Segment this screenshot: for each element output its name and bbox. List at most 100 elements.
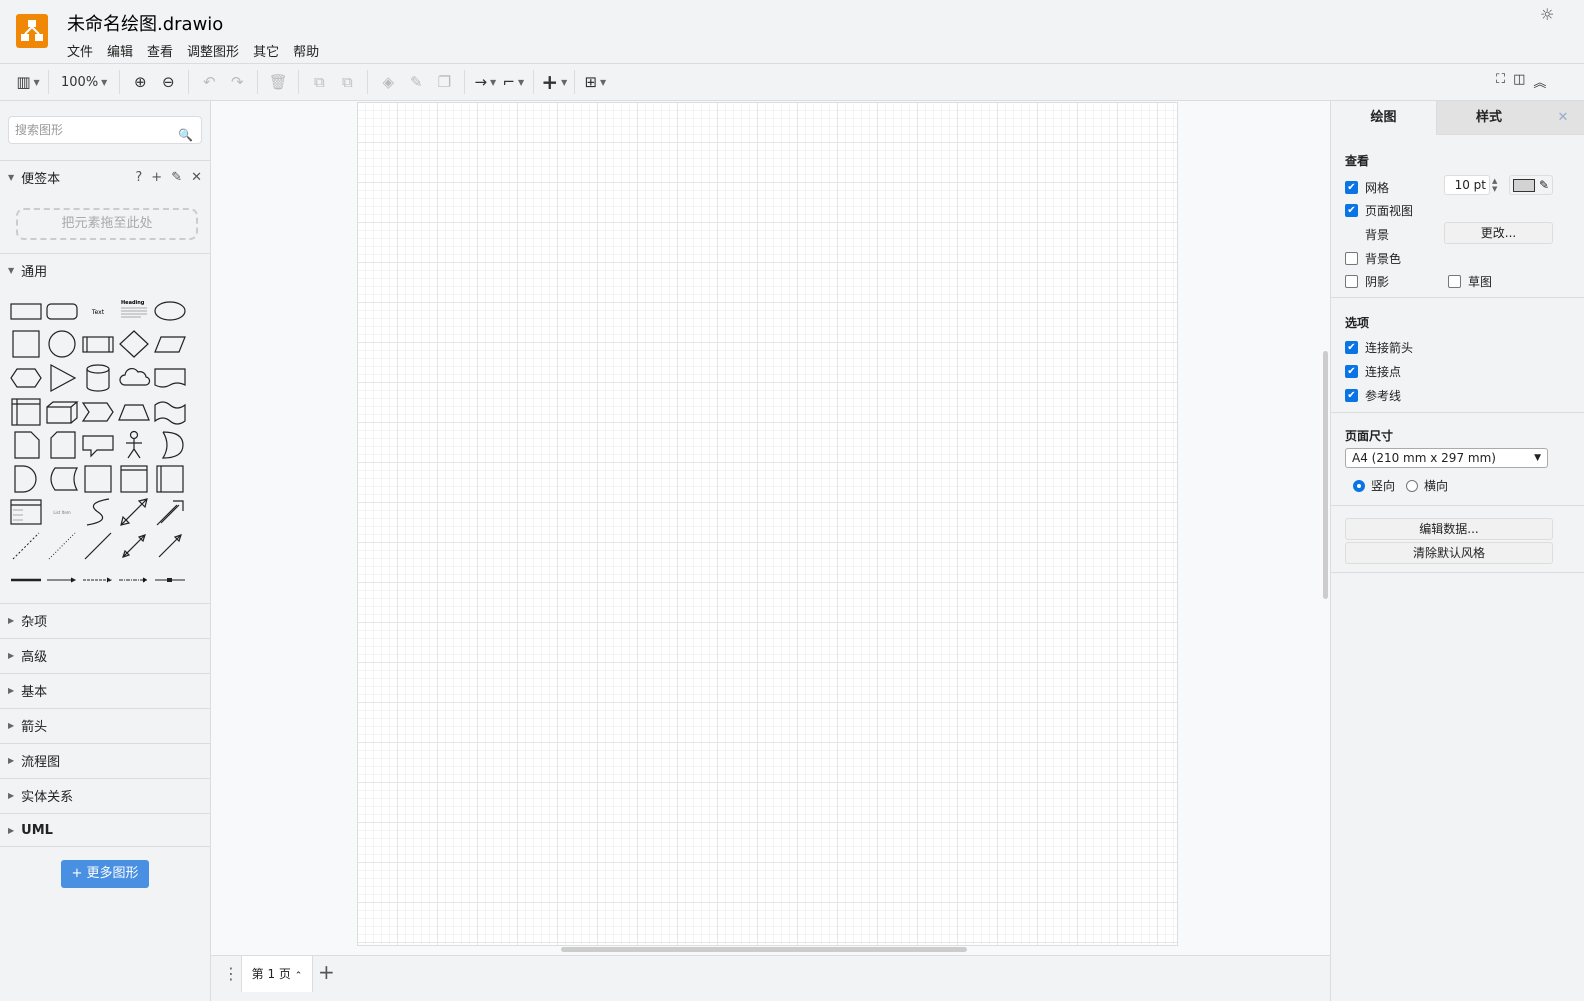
shape-bidirectional-arrow[interactable] [116, 496, 152, 530]
document-title[interactable]: 未命名绘图.drawio [67, 10, 223, 36]
to-front-icon[interactable]: ⧉ [305, 68, 333, 96]
section-general[interactable]: ▼ 通用 [0, 253, 210, 287]
shape-dash-dot-link[interactable] [116, 563, 152, 597]
shape-square[interactable] [8, 328, 44, 362]
section-er[interactable]: ▶ 实体关系 [0, 778, 210, 812]
shape-dashed-line[interactable] [8, 529, 44, 563]
close-icon[interactable]: ✕ [1541, 101, 1584, 135]
shape-link[interactable] [44, 563, 80, 597]
search-input[interactable]: 搜索图形 🔍 [8, 116, 202, 144]
shadow-checkbox[interactable]: 阴影 [1345, 273, 1389, 290]
menu-view[interactable]: 查看 [147, 41, 173, 60]
edit-data-button[interactable]: 编辑数据... [1345, 518, 1553, 540]
close-icon[interactable]: ✕ [191, 170, 202, 185]
page-view-checkbox[interactable]: ✔ 页面视图 [1345, 202, 1413, 219]
shape-arrow[interactable] [152, 496, 188, 530]
shape-delay[interactable] [8, 462, 44, 496]
shape-cube[interactable] [44, 395, 80, 429]
shape-internal-storage[interactable] [8, 395, 44, 429]
shape-diamond[interactable] [116, 328, 152, 362]
format-panel-icon[interactable]: ▥ ▼ [14, 68, 42, 96]
scratchpad-header[interactable]: ▼ 便签本 ? + ✎ ✕ [0, 160, 210, 194]
waypoints-icon[interactable]: ⌐ ▼ [499, 68, 527, 96]
shadow-icon[interactable]: ❐ [430, 68, 458, 96]
shape-step[interactable] [80, 395, 116, 429]
grid-size-input[interactable]: 10 pt ▲ ▼ [1444, 175, 1497, 195]
shape-rectangle[interactable] [8, 294, 44, 328]
guides-checkbox[interactable]: ✔ 参考线 [1345, 387, 1401, 404]
help-icon[interactable]: ? [135, 170, 142, 185]
connection-icon[interactable]: → ▼ [471, 68, 499, 96]
menu-edit[interactable]: 编辑 [107, 41, 133, 60]
grid-checkbox[interactable]: ✔ 网格 [1345, 179, 1389, 196]
to-back-icon[interactable]: ⧉ [333, 68, 361, 96]
clear-default-style-button[interactable]: 清除默认风格 [1345, 542, 1553, 564]
more-shapes-button[interactable]: + 更多图形 [61, 860, 149, 888]
shape-cloud[interactable] [116, 361, 152, 395]
section-flowchart[interactable]: ▶ 流程图 [0, 743, 210, 777]
zoom-out-icon[interactable]: ⊖ [154, 68, 182, 96]
delete-icon[interactable]: 🗑 [264, 68, 292, 96]
shape-container[interactable] [80, 462, 116, 496]
table-icon[interactable]: ⊞ ▼ [581, 68, 609, 96]
shape-actor[interactable] [116, 428, 152, 462]
add-page-icon[interactable]: + [318, 960, 335, 984]
connection-arrows-checkbox[interactable]: ✔ 连接箭头 [1345, 339, 1413, 356]
shape-parallelogram[interactable] [152, 328, 188, 362]
shape-tape[interactable] [152, 395, 188, 429]
sketch-checkbox[interactable]: 草图 [1448, 273, 1492, 290]
shape-ellipse[interactable] [152, 294, 188, 328]
fullscreen-icon[interactable]: ⛶ [1496, 72, 1505, 91]
shape-curve[interactable] [80, 496, 116, 530]
fill-color-icon[interactable]: ◈ [374, 68, 402, 96]
shape-document[interactable] [152, 361, 188, 395]
shape-bidirectional-connector[interactable] [116, 529, 152, 563]
shape-vertical-container[interactable] [152, 462, 188, 496]
menu-arrange[interactable]: 调整图形 [187, 41, 239, 60]
change-background-button[interactable]: 更改... [1444, 222, 1553, 244]
portrait-radio[interactable]: 竖向 [1353, 477, 1395, 494]
redo-icon[interactable]: ↷ [223, 68, 251, 96]
shape-trapezoid[interactable] [116, 395, 152, 429]
section-misc[interactable]: ▶ 杂项 [0, 603, 210, 637]
scratchpad-drop-zone[interactable]: 把元素拖至此处 [16, 208, 198, 240]
diagram-canvas[interactable] [211, 101, 1330, 955]
menu-file[interactable]: 文件 [67, 41, 93, 60]
background-color-checkbox[interactable]: 背景色 [1345, 250, 1401, 267]
shape-list[interactable] [8, 496, 44, 530]
shape-note[interactable] [8, 428, 44, 462]
shape-thick-link[interactable] [8, 563, 44, 597]
tab-diagram[interactable]: 绘图 [1331, 101, 1436, 135]
shape-swimlane[interactable] [116, 462, 152, 496]
pages-menu-icon[interactable]: ⋮ [223, 964, 239, 983]
shape-triangle[interactable] [44, 361, 80, 395]
section-uml[interactable]: ▶ UML [0, 813, 210, 847]
shape-circle[interactable] [44, 328, 80, 362]
shape-cylinder[interactable] [80, 361, 116, 395]
vertical-scrollbar[interactable] [1323, 351, 1328, 599]
shape-line[interactable] [80, 529, 116, 563]
section-arrows[interactable]: ▶ 箭头 [0, 708, 210, 742]
page-grid[interactable] [357, 102, 1178, 946]
add-icon[interactable]: + [151, 170, 162, 185]
shape-text[interactable]: Text [80, 294, 116, 328]
shape-dotted-line[interactable] [44, 529, 80, 563]
zoom-in-icon[interactable]: ⊕ [126, 68, 154, 96]
menu-extras[interactable]: 其它 [253, 41, 279, 60]
edit-icon[interactable]: ✎ [171, 170, 182, 185]
line-color-icon[interactable]: ✎ [402, 68, 430, 96]
landscape-radio[interactable]: 横向 [1406, 477, 1448, 494]
search-icon[interactable]: 🔍 [178, 122, 193, 148]
theme-icon[interactable]: ☼ [1540, 5, 1554, 24]
paper-size-select[interactable]: A4 (210 mm x 297 mm) ▼ [1345, 448, 1548, 468]
shape-entity-link[interactable] [152, 563, 188, 597]
shape-dashed-link[interactable] [80, 563, 116, 597]
section-basic[interactable]: ▶ 基本 [0, 673, 210, 707]
toggle-panel-icon[interactable]: ◫ [1513, 72, 1525, 91]
section-advanced[interactable]: ▶ 高级 [0, 638, 210, 672]
tab-style[interactable]: 样式 [1436, 101, 1541, 135]
shape-card[interactable] [44, 428, 80, 462]
grid-color-button[interactable]: ✎ [1509, 175, 1553, 195]
connection-points-checkbox[interactable]: ✔ 连接点 [1345, 363, 1401, 380]
shape-textbox[interactable]: Heading [116, 294, 152, 328]
